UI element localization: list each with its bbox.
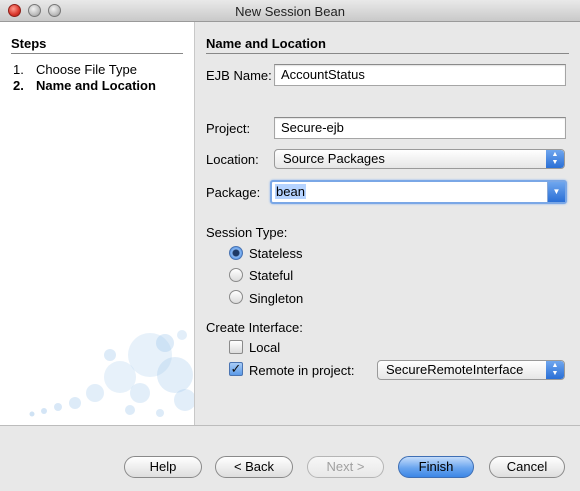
local-checkbox-label[interactable]: Local [249,340,280,355]
package-combo-value: bean [275,184,306,199]
help-button[interactable]: Help [124,456,202,478]
back-button[interactable]: < Back [215,456,293,478]
radio-stateful-label[interactable]: Stateful [249,268,293,283]
title-bar: New Session Bean [0,0,580,22]
section-divider [206,53,569,54]
chevron-down-icon[interactable]: ▼ [547,182,565,202]
remote-checkbox[interactable]: ✓ [229,362,243,376]
local-checkbox[interactable] [229,340,243,354]
updown-arrows-icon: ▲ ▼ [546,150,564,168]
decorative-bubbles-image [29,330,194,417]
step-item-name-and-location: 2. Name and Location [13,78,156,93]
step-item-choose-file-type: 1. Choose File Type [13,62,137,77]
checkmark-icon: ✓ [230,361,242,376]
create-interface-label: Create Interface: [206,320,303,335]
window-title: New Session Bean [235,4,345,19]
radio-singleton[interactable] [229,290,243,304]
location-label: Location: [206,152,259,167]
ejb-name-label: EJB Name: [206,68,272,83]
name-and-location-panel: Name and Location EJB Name: AccountStatu… [195,22,580,425]
steps-panel: Steps 1. Choose File Type 2. Name and Loca… [0,22,195,425]
package-label: Package: [206,185,261,200]
radio-stateful[interactable] [229,268,243,282]
step-label: Choose File Type [36,62,137,77]
remote-checkbox-label[interactable]: Remote in project: [249,363,355,378]
cancel-button[interactable]: Cancel [489,456,565,478]
section-heading: Name and Location [206,36,326,51]
radio-singleton-label[interactable]: Singleton [249,291,303,306]
location-select[interactable]: Source Packages ▲ ▼ [274,149,565,169]
radio-stateless-label[interactable]: Stateless [249,246,302,261]
step-number: 2. [13,78,24,93]
steps-heading: Steps [11,36,47,51]
radio-stateless[interactable] [229,246,243,260]
finish-button[interactable]: Finish [398,456,474,478]
button-bar: Help < Back Next > Finish Cancel [0,425,580,491]
updown-arrows-icon: ▲ ▼ [546,361,564,379]
ejb-name-field[interactable]: AccountStatus [274,64,566,86]
remote-project-select-value: SecureRemoteInterface [386,362,524,377]
project-field[interactable]: Secure-ejb [274,117,566,139]
project-label: Project: [206,121,251,136]
steps-divider [11,53,183,54]
step-label: Name and Location [36,78,156,93]
step-number: 1. [13,62,24,77]
location-select-value: Source Packages [283,151,385,166]
package-combo[interactable]: bean ▼ [270,180,567,204]
remote-project-select[interactable]: SecureRemoteInterface ▲ ▼ [377,360,565,380]
next-button[interactable]: Next > [307,456,384,478]
session-type-label: Session Type: [206,225,288,240]
